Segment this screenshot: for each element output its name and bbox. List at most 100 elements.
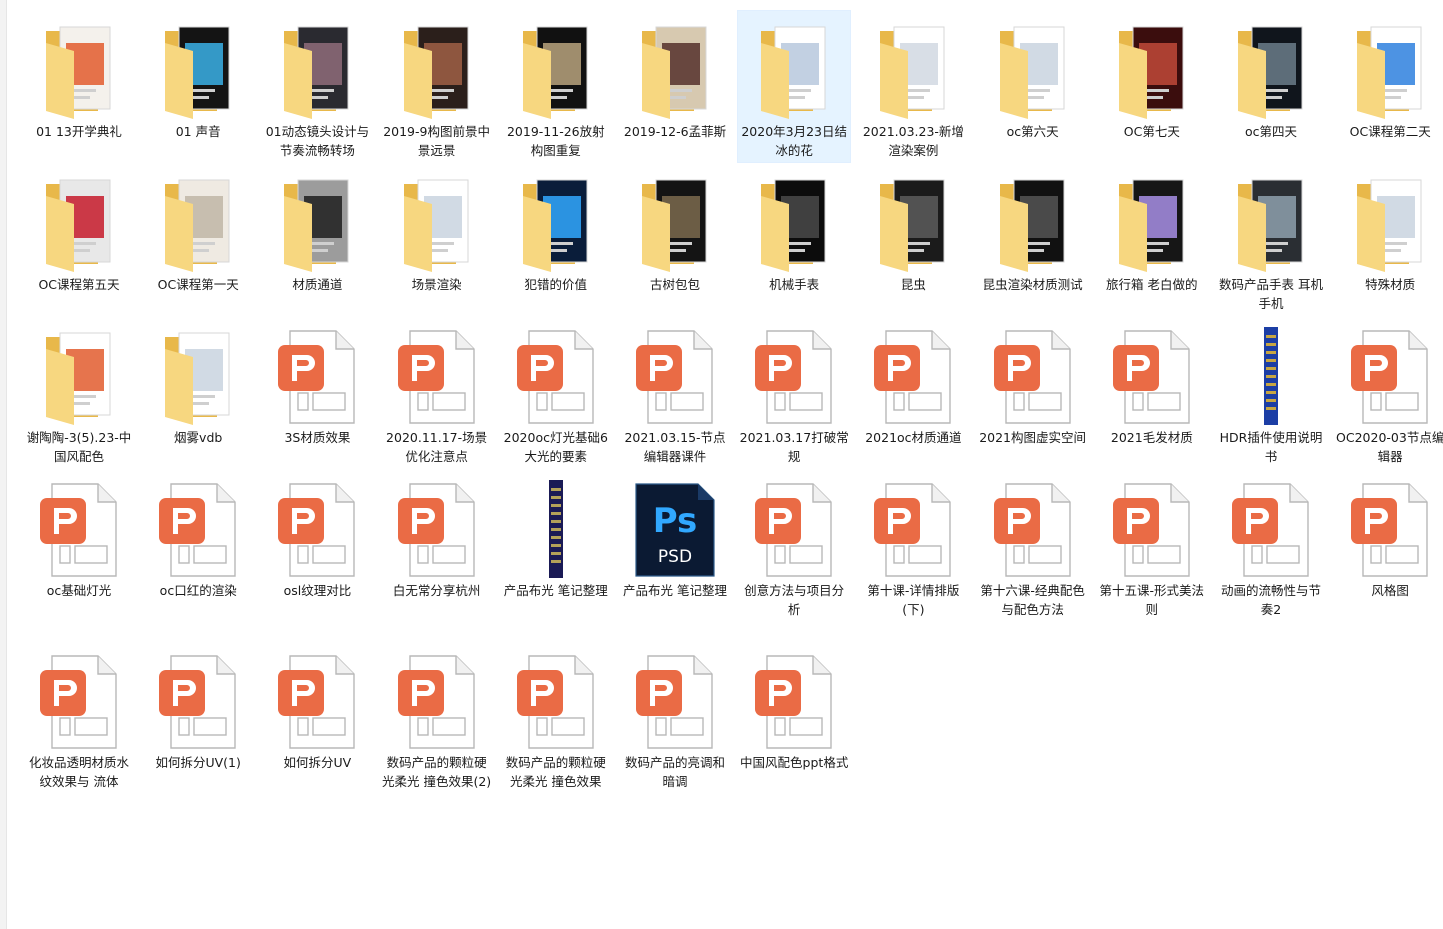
folder-item[interactable]: OC课程第五天 [22,163,136,297]
pptx-file-item[interactable]: 动画的流畅性与节奏2 [1214,469,1328,622]
folder-item[interactable]: 机械手表 [737,163,851,297]
pptx-file-item[interactable]: 2021毛发材质 [1095,316,1209,450]
item-label: 01动态镜头设计与节奏流畅转场 [265,124,370,158]
pptx-file-icon [866,327,960,425]
pptx-file-item[interactable]: 3S材质效果 [260,316,374,450]
pptx-file-item[interactable]: 第十五课-形式美法则 [1095,469,1209,622]
folder-item[interactable]: OC课程第一天 [141,163,255,297]
folder-icon [151,21,245,119]
pptx-file-item[interactable]: 2020.11.17-场景优化注意点 [380,316,494,469]
pptx-file-icon [986,480,1080,578]
folder-item[interactable]: oc第四天 [1214,10,1328,144]
folder-icon [1224,21,1318,119]
folder-item[interactable]: 01 13开学典礼 [22,10,136,144]
item-label: 犯错的价值 [524,277,588,292]
folder-item[interactable]: 犯错的价值 [499,163,613,297]
item-label: OC第七天 [1123,124,1180,139]
pptx-file-icon [1105,327,1199,425]
item-label: 第十课-详情排版(下) [867,583,960,617]
folder-item[interactable]: OC课程第二天 [1333,10,1443,144]
image-file-item[interactable]: 产品布光 笔记整理 [499,469,613,603]
folder-icon [1224,174,1318,272]
pptx-file-icon [628,327,722,425]
image-file-item[interactable]: HDR插件使用说明书 [1214,316,1328,469]
item-label: 场景渲染 [411,277,462,292]
psd-badge-text: PSD [658,547,692,567]
pptx-file-item[interactable]: 创意方法与项目分析 [737,469,851,622]
folder-icon [151,174,245,272]
pptx-file-icon [509,327,603,425]
pptx-file-item[interactable]: 第十六课-经典配色与配色方法 [976,469,1090,622]
folder-item[interactable]: 2020年3月23日结冰的花 [737,10,852,163]
item-label: 2021.03.17打破常规 [739,430,849,464]
pptx-file-icon [390,652,484,750]
pptx-file-item[interactable]: oc口红的渲染 [141,469,255,603]
image-thumbnail-icon [1224,327,1318,425]
item-label: oc第四天 [1244,124,1298,139]
folder-icon [32,21,126,119]
folder-item[interactable]: 昆虫 [856,163,970,297]
pptx-file-item[interactable]: 化妆品透明材质水纹效果与 流体 [22,641,136,794]
pptx-file-item[interactable]: 数码产品的颗粒硬光柔光 撞色效果 [499,641,613,794]
folder-icon [270,174,364,272]
folder-icon [390,174,484,272]
folder-item[interactable]: 01 声音 [141,10,255,144]
item-label: 2019-12-6孟菲斯 [623,124,727,139]
folder-item[interactable]: 2021.03.23-新增渲染案例 [856,10,970,163]
pptx-file-item[interactable]: OC2020-03节点编辑器 [1333,316,1443,469]
pptx-file-icon [151,652,245,750]
item-label: 2020oc灯光基础6大光的要素 [503,430,608,464]
item-label: 古树包包 [649,277,700,292]
folder-item[interactable]: 谢陶陶-3(5).23-中国风配色 [22,316,136,469]
item-label: HDR插件使用说明书 [1219,430,1323,464]
folder-item[interactable]: 2019-11-26放射构图重复 [499,10,613,163]
psd-file-item[interactable]: Ps PSD 产品布光 笔记整理 [618,469,732,603]
folder-item[interactable]: 01动态镜头设计与节奏流畅转场 [260,10,374,163]
pptx-file-item[interactable]: 2021oc材质通道 [856,316,970,450]
pptx-file-item[interactable]: osl纹理对比 [260,469,374,603]
folder-item[interactable]: 材质通道 [260,163,374,297]
folder-item[interactable]: 昆虫渲染材质测试 [976,163,1090,297]
pptx-file-item[interactable]: 中国风配色ppt格式 [737,641,851,775]
folder-item[interactable]: OC第七天 [1095,10,1209,144]
pptx-file-item[interactable]: 风格图 [1333,469,1443,603]
folder-icon [509,21,603,119]
item-label: OC课程第一天 [157,277,239,292]
pptx-file-item[interactable]: 如何拆分UV [260,641,374,775]
pptx-file-item[interactable]: 2021构图虚实空间 [976,316,1090,450]
folder-item[interactable]: 古树包包 [618,163,732,297]
pptx-file-item[interactable]: 2021.03.15-节点编辑器课件 [618,316,732,469]
pptx-file-icon [509,652,603,750]
item-label: 风格图 [1371,583,1409,598]
item-label: 化妆品透明材质水纹效果与 流体 [28,755,129,789]
pptx-file-item[interactable]: 白无常分享杭州 [380,469,494,603]
folder-item[interactable]: oc第六天 [976,10,1090,144]
pptx-file-item[interactable]: 2021.03.17打破常规 [737,316,851,469]
pptx-file-item[interactable]: 如何拆分UV(1) [141,641,255,775]
photoshop-file-icon: Ps PSD [628,480,722,578]
item-label: oc口红的渲染 [159,583,237,598]
folder-item[interactable]: 2019-12-6孟菲斯 [618,10,732,144]
folder-item[interactable]: 2019-9构图前景中景远景 [380,10,494,163]
pptx-file-item[interactable]: 第十课-详情排版(下) [856,469,970,622]
folder-icon [1343,174,1437,272]
item-label: 2020.11.17-场景优化注意点 [386,430,488,464]
folder-icon [747,21,841,119]
folder-item[interactable]: 烟雾vdb [141,316,255,450]
item-label: 2019-9构图前景中景远景 [383,124,490,158]
pptx-file-icon [32,480,126,578]
pptx-file-icon [747,652,841,750]
folder-item[interactable]: 特殊材质 [1333,163,1443,297]
item-label: 2019-11-26放射构图重复 [506,124,605,158]
pptx-file-item[interactable]: oc基础灯光 [22,469,136,603]
item-label: 昆虫 [900,277,926,292]
navigation-pane-edge [0,0,7,929]
folder-item[interactable]: 旅行箱 老白做的 [1095,163,1209,297]
pptx-file-icon [628,652,722,750]
pptx-file-item[interactable]: 2020oc灯光基础6大光的要素 [499,316,613,469]
pptx-file-item[interactable]: 数码产品的亮调和暗调 [618,641,732,794]
pptx-file-item[interactable]: 数码产品的颗粒硬光柔光 撞色效果(2) [380,641,494,794]
folder-item[interactable]: 数码产品手表 耳机 手机 [1214,163,1328,316]
folder-item[interactable]: 场景渲染 [380,163,494,297]
folder-icon [1343,21,1437,119]
